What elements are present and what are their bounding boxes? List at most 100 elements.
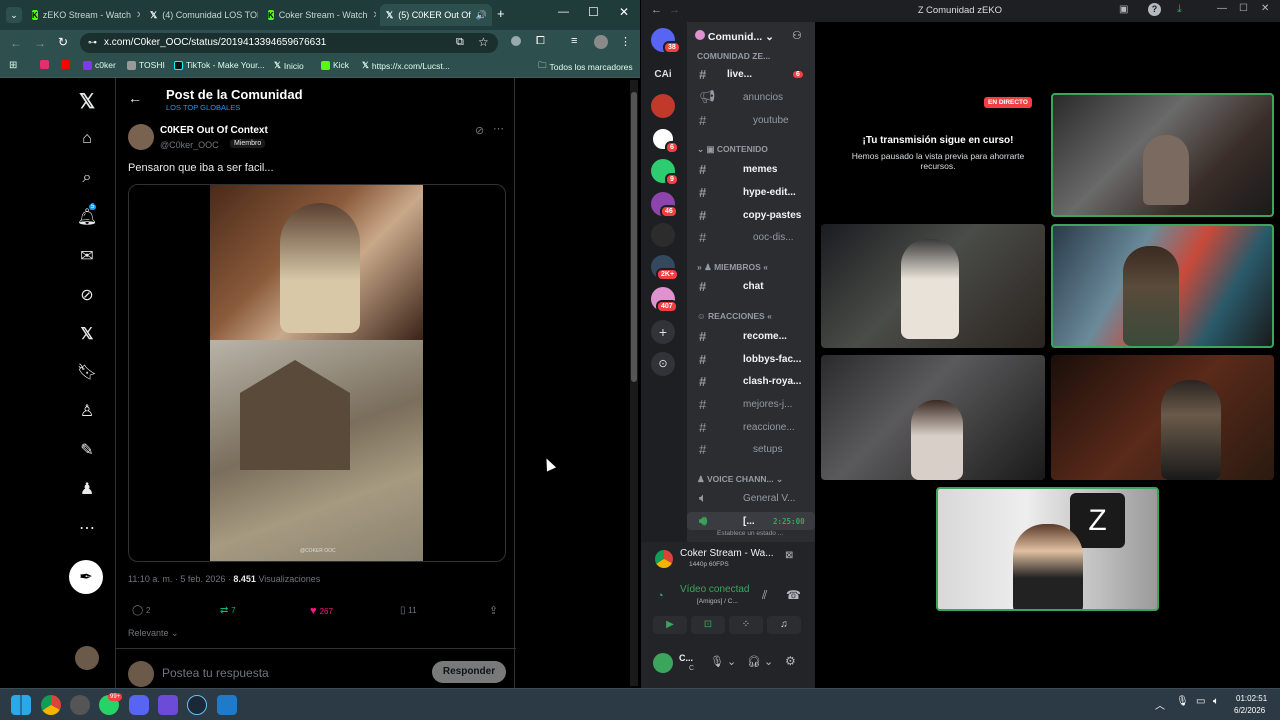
channel-hype-edit[interactable]: # hype-edit... (687, 183, 815, 201)
channel-ooc-dis[interactable]: # ooc-dis... (687, 228, 815, 246)
url-input[interactable]: x.com/C0ker_OOC/status/20194133946596766… (80, 33, 498, 53)
bookmark-c0ker[interactable]: c0ker (83, 60, 116, 70)
close-icon[interactable]: ✕ (372, 10, 376, 21)
user-name[interactable]: C... (679, 653, 693, 663)
forward-icon[interactable]: → (34, 36, 46, 50)
close-window-button[interactable]: ✕ (619, 5, 629, 19)
reply-input[interactable]: Postea tu respuesta (162, 666, 269, 680)
tray-network-icon[interactable]: ▭ (1196, 696, 1205, 707)
voice-active-channel[interactable]: 🔊︎ [... 2:25:00 (687, 512, 815, 530)
channel-memes[interactable]: # memes (687, 160, 815, 178)
bookmark-action[interactable]: ▯ 11 (400, 605, 417, 616)
reply-button[interactable]: Responder (432, 661, 506, 683)
audio-icon[interactable]: 🔊 (476, 10, 487, 21)
more-options-icon[interactable]: ⋯ (493, 122, 504, 135)
compose-post-button[interactable]: ✒ (69, 560, 103, 594)
x-logo-icon[interactable]: 𝕏 (76, 90, 98, 113)
user-avatar[interactable] (653, 653, 673, 673)
noise-suppression-icon[interactable]: ⫽ (762, 588, 767, 603)
video-tile[interactable]: Z (936, 487, 1159, 611)
back-arrow-icon[interactable]: ← (128, 90, 142, 106)
like-action[interactable]: ♥ 267 (310, 605, 333, 617)
new-tab-button[interactable]: + (497, 6, 505, 21)
repost-action[interactable]: ⇄ 7 (220, 605, 236, 616)
chrome-icon[interactable] (41, 695, 61, 715)
video-tile[interactable] (821, 224, 1045, 348)
media-icon[interactable]: ≡ (571, 35, 577, 47)
install-icon[interactable]: ⧉ (456, 36, 464, 49)
close-button[interactable]: ✕ (1261, 3, 1269, 14)
all-bookmarks[interactable]: 🗀 Todos los marcadores (538, 60, 633, 74)
activities-button[interactable]: ⁘ (729, 616, 763, 634)
bookmarks-icon[interactable]: 🔖︎ (76, 361, 98, 383)
account-avatar[interactable] (75, 646, 99, 670)
add-server-icon[interactable]: + (651, 320, 675, 344)
add-member-icon[interactable]: ⚇ (792, 29, 802, 42)
channel-copy-pastes[interactable]: # copy-pastes (687, 206, 815, 224)
author-avatar[interactable] (128, 124, 154, 150)
server-icon[interactable] (651, 223, 675, 247)
video-player[interactable]: @COKER OOC (128, 184, 506, 562)
photos-icon[interactable] (217, 695, 237, 715)
sort-dropdown[interactable]: Relevante ⌄ (128, 628, 179, 639)
inbox-icon[interactable]: ▣ (1119, 4, 1128, 15)
author-handle[interactable]: @C0ker_OOC (160, 140, 219, 150)
extension-icon[interactable] (511, 36, 521, 46)
menu-icon[interactable]: ⋮ (620, 35, 631, 48)
settings-gear-icon[interactable]: ⚙ (785, 654, 796, 668)
tray-volume-icon[interactable]: 🔈︎ (1213, 696, 1219, 707)
discover-icon[interactable]: ⊙ (651, 352, 675, 376)
more-icon[interactable]: ⋯ (76, 517, 98, 539)
channel-recome[interactable]: # recome... (687, 327, 815, 345)
tray-mic-icon[interactable]: 🎙︎ (1176, 696, 1189, 707)
server-cai[interactable]: CAi (651, 63, 675, 87)
minimize-button[interactable]: — (558, 6, 569, 18)
download-icon[interactable]: ⤓ (1177, 3, 1182, 16)
premium-icon[interactable]: 𝕏 (76, 323, 98, 345)
voice-status[interactable]: Establece un estado ... (717, 530, 783, 537)
bookmark-youtube[interactable] (61, 60, 70, 69)
tab-search-icon[interactable]: ⌄ (6, 7, 22, 23)
search-icon[interactable]: ⌕ (76, 167, 98, 189)
camera-button[interactable]: ▶ (653, 616, 687, 634)
scrollbar-thumb[interactable] (631, 92, 637, 382)
share-icon[interactable]: ⇪ (489, 604, 498, 617)
community-link[interactable]: LOS TOP GLOBALES (166, 103, 240, 112)
bookmark-inicio[interactable]: 𝕏 Inicio (274, 60, 304, 71)
puzzle-icon[interactable]: ⧠ (536, 35, 545, 48)
disconnect-icon[interactable]: ☎ (786, 588, 801, 602)
server-icon[interactable] (651, 94, 675, 118)
articles-icon[interactable]: ✎ (76, 439, 98, 461)
author-name[interactable]: C0KER Out Of Context (160, 125, 268, 136)
voice-general[interactable]: 🔈︎ General V... (687, 489, 815, 507)
reply-action[interactable]: ◯ 2 (132, 605, 150, 616)
video-tile[interactable] (1051, 355, 1274, 480)
bookmark-instagram[interactable] (40, 60, 49, 69)
category-miembros[interactable]: » ♟ MIEMBROS « (697, 262, 768, 273)
star-icon[interactable]: ☆ (478, 35, 489, 49)
channel-setups[interactable]: # setups (687, 440, 815, 458)
maximize-button[interactable]: ☐ (1239, 3, 1248, 14)
tab-c0ker-ooc[interactable]: 𝕏(5) C0KER Out Of🔊✕ (380, 4, 492, 26)
bookmark-tiktok[interactable]: TikTok - Make Your... (174, 60, 265, 70)
channel-reaccione[interactable]: # reaccione... (687, 418, 815, 436)
bookmark-toshi[interactable]: TOSHI (127, 60, 165, 70)
channel-lobbys[interactable]: # lobbys-fac... (687, 350, 815, 368)
category-contenido[interactable]: ⌄ ▣ CONTENIDO (697, 144, 768, 155)
profile-avatar[interactable] (594, 35, 608, 49)
channel-live[interactable]: # live... 6 (687, 65, 815, 83)
channel-mejores[interactable]: # mejores-j... (687, 395, 815, 413)
server-header[interactable]: Comunid... ⌄ (695, 30, 774, 43)
minimize-button[interactable]: — (1217, 3, 1227, 14)
steam-icon[interactable] (187, 695, 207, 715)
tab-coker-stream[interactable]: KCoker Stream - Watch✕ (262, 4, 376, 26)
headphones-icon[interactable]: 🎧︎ ⌄ (747, 655, 773, 668)
channel-anuncios[interactable]: 📢︎ anuncios (687, 88, 815, 106)
video-tile[interactable] (821, 355, 1045, 480)
category-comunidad[interactable]: COMUNIDAD ZE... (697, 51, 770, 61)
clock-date[interactable]: 6/2/2026 (1234, 706, 1265, 715)
bookmark-x-lucst[interactable]: 𝕏https://x.com/Lucst... (362, 60, 450, 71)
stop-stream-icon[interactable]: ⊠ (785, 550, 793, 561)
notifications-icon[interactable]: 🔔︎ 5 (76, 204, 98, 228)
profile-icon[interactable]: ♟ (76, 478, 98, 500)
